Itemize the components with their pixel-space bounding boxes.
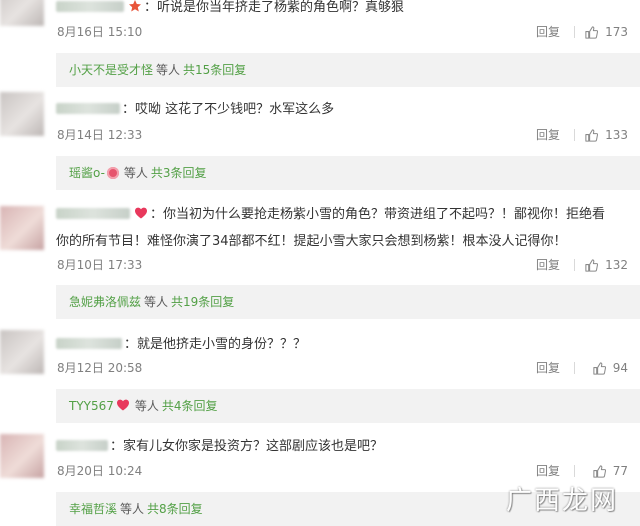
comment-date: 8月10日 17:33 bbox=[57, 258, 143, 272]
like-count: 173 bbox=[605, 25, 628, 39]
thumbs-up-icon bbox=[585, 258, 599, 272]
comment-item: ：哎呦 这花了不少钱吧？水军这么多 8月14日 12:33 回复 133 瑶酱o… bbox=[0, 92, 640, 190]
reply-button[interactable]: 回复 bbox=[536, 127, 560, 143]
comment-text-line: ：听说是你当年挤走了杨紫的角色啊？真够狠 bbox=[56, 0, 626, 18]
thumbs-up-icon bbox=[593, 361, 606, 375]
like-count: 133 bbox=[605, 128, 628, 142]
reply-username[interactable]: TYY567 bbox=[69, 399, 114, 413]
username[interactable] bbox=[56, 208, 130, 219]
comment-text-line: ：哎呦 这花了不少钱吧？水军这么多 bbox=[56, 99, 626, 120]
comment-date: 8月20日 10:24 bbox=[57, 464, 143, 478]
reply-count[interactable]: 共15条回复 bbox=[183, 63, 246, 77]
username[interactable] bbox=[56, 338, 122, 349]
avatar[interactable] bbox=[0, 330, 44, 374]
heart-icon bbox=[116, 391, 130, 411]
thumbs-up-icon bbox=[585, 25, 599, 39]
thumbs-up-icon bbox=[593, 464, 606, 478]
divider bbox=[574, 362, 575, 374]
like-button[interactable]: 132 bbox=[580, 257, 628, 273]
comment-text: 家有儿女你家是投资方？这部剧应该也是吧？ bbox=[123, 439, 384, 454]
reply-thread-bar[interactable]: TYY567 等人 共4条回复 bbox=[56, 389, 640, 423]
divider bbox=[574, 259, 575, 271]
reply-thread-bar[interactable]: 瑶酱o- 等人 共3条回复 bbox=[56, 156, 640, 190]
comment-date: 8月14日 12:33 bbox=[57, 128, 143, 142]
like-button[interactable]: 133 bbox=[580, 127, 628, 143]
comment-text-line: ：就是他挤走小雪的身份？？？ bbox=[56, 334, 626, 355]
comment-text: 就是他挤走小雪的身份？？？ bbox=[137, 337, 307, 352]
badge-icon bbox=[128, 0, 142, 13]
avatar[interactable] bbox=[0, 92, 44, 136]
reply-username[interactable]: 瑶酱o- bbox=[69, 166, 105, 180]
reply-username[interactable]: 幸福哲溪 bbox=[69, 502, 117, 516]
comment-text: 哎呦 这花了不少钱吧？水军这么多 bbox=[135, 102, 335, 117]
emoji-face-icon bbox=[106, 167, 119, 179]
reply-username[interactable]: 小天不是受才怪 bbox=[69, 63, 153, 77]
username[interactable] bbox=[56, 1, 124, 12]
comment-date: 8月12日 20:58 bbox=[57, 361, 143, 375]
username[interactable] bbox=[56, 440, 108, 451]
reply-others-label: 等人 bbox=[156, 63, 181, 77]
reply-count[interactable]: 共8条回复 bbox=[147, 502, 203, 516]
comment-item: ：就是他挤走小雪的身份？？？ 8月12日 20:58 回复 94 TYY567 等… bbox=[0, 324, 640, 423]
reply-count[interactable]: 共3条回复 bbox=[151, 166, 207, 180]
comment-item: ：你当初为什么要抢走杨紫小雪的角色？带资进组了不起吗？！鄙视你！拒绝看 你的所有… bbox=[0, 200, 640, 319]
reply-count[interactable]: 共4条回复 bbox=[162, 399, 218, 413]
reply-username[interactable]: 急妮弗洛佩兹 bbox=[69, 295, 141, 309]
like-button[interactable]: 94 bbox=[580, 360, 628, 376]
reply-button[interactable]: 回复 bbox=[536, 257, 560, 273]
reply-thread-bar[interactable]: 小天不是受才怪 等人 共15条回复 bbox=[56, 53, 640, 87]
comment-text: 听说是你当年挤走了杨紫的角色啊？真够狠 bbox=[157, 0, 405, 15]
like-count: 77 bbox=[612, 464, 628, 478]
reply-button[interactable]: 回复 bbox=[536, 24, 560, 40]
thumbs-up-icon bbox=[585, 128, 599, 142]
like-button[interactable]: 77 bbox=[580, 463, 628, 479]
divider bbox=[574, 129, 575, 141]
reply-count[interactable]: 共19条回复 bbox=[171, 295, 234, 309]
comment-text-line: 你的所有节目！难怪你演了34部都不红！提起小雪大家只会想到杨紫！根本没人记得你！ bbox=[56, 231, 626, 252]
reply-others-label: 等人 bbox=[120, 502, 145, 516]
reply-thread-bar[interactable]: 急妮弗洛佩兹 等人 共19条回复 bbox=[56, 285, 640, 319]
comment-text: 你当初为什么要抢走杨紫小雪的角色？带资进组了不起吗？！鄙视你！拒绝看 bbox=[163, 207, 606, 222]
avatar[interactable] bbox=[0, 0, 44, 26]
comment-item: ：听说是你当年挤走了杨紫的角色啊？真够狠 8月16日 15:10 回复 173 … bbox=[0, 0, 640, 92]
username[interactable] bbox=[56, 103, 120, 114]
comment-text-line: ：家有儿女你家是投资方？这部剧应该也是吧？ bbox=[56, 436, 626, 457]
like-count: 132 bbox=[605, 258, 628, 272]
reply-others-label: 等人 bbox=[123, 166, 148, 180]
divider bbox=[574, 26, 575, 38]
reply-button[interactable]: 回复 bbox=[536, 463, 560, 479]
heart-icon bbox=[134, 206, 148, 220]
reply-others-label: 等人 bbox=[134, 399, 159, 413]
divider bbox=[574, 465, 575, 477]
like-button[interactable]: 173 bbox=[580, 24, 628, 40]
avatar[interactable] bbox=[0, 206, 44, 250]
watermark: 广西龙网 bbox=[505, 486, 618, 516]
reply-button[interactable]: 回复 bbox=[536, 360, 560, 376]
like-count: 94 bbox=[612, 361, 628, 375]
avatar[interactable] bbox=[0, 434, 44, 478]
reply-others-label: 等人 bbox=[144, 295, 169, 309]
comment-text: 你的所有节目！难怪你演了34部都不红！提起小雪大家只会想到杨紫！根本没人记得你！ bbox=[56, 234, 567, 249]
comment-text-line: ：你当初为什么要抢走杨紫小雪的角色？带资进组了不起吗？！鄙视你！拒绝看 bbox=[56, 204, 626, 225]
comment-date: 8月16日 15:10 bbox=[57, 25, 143, 39]
